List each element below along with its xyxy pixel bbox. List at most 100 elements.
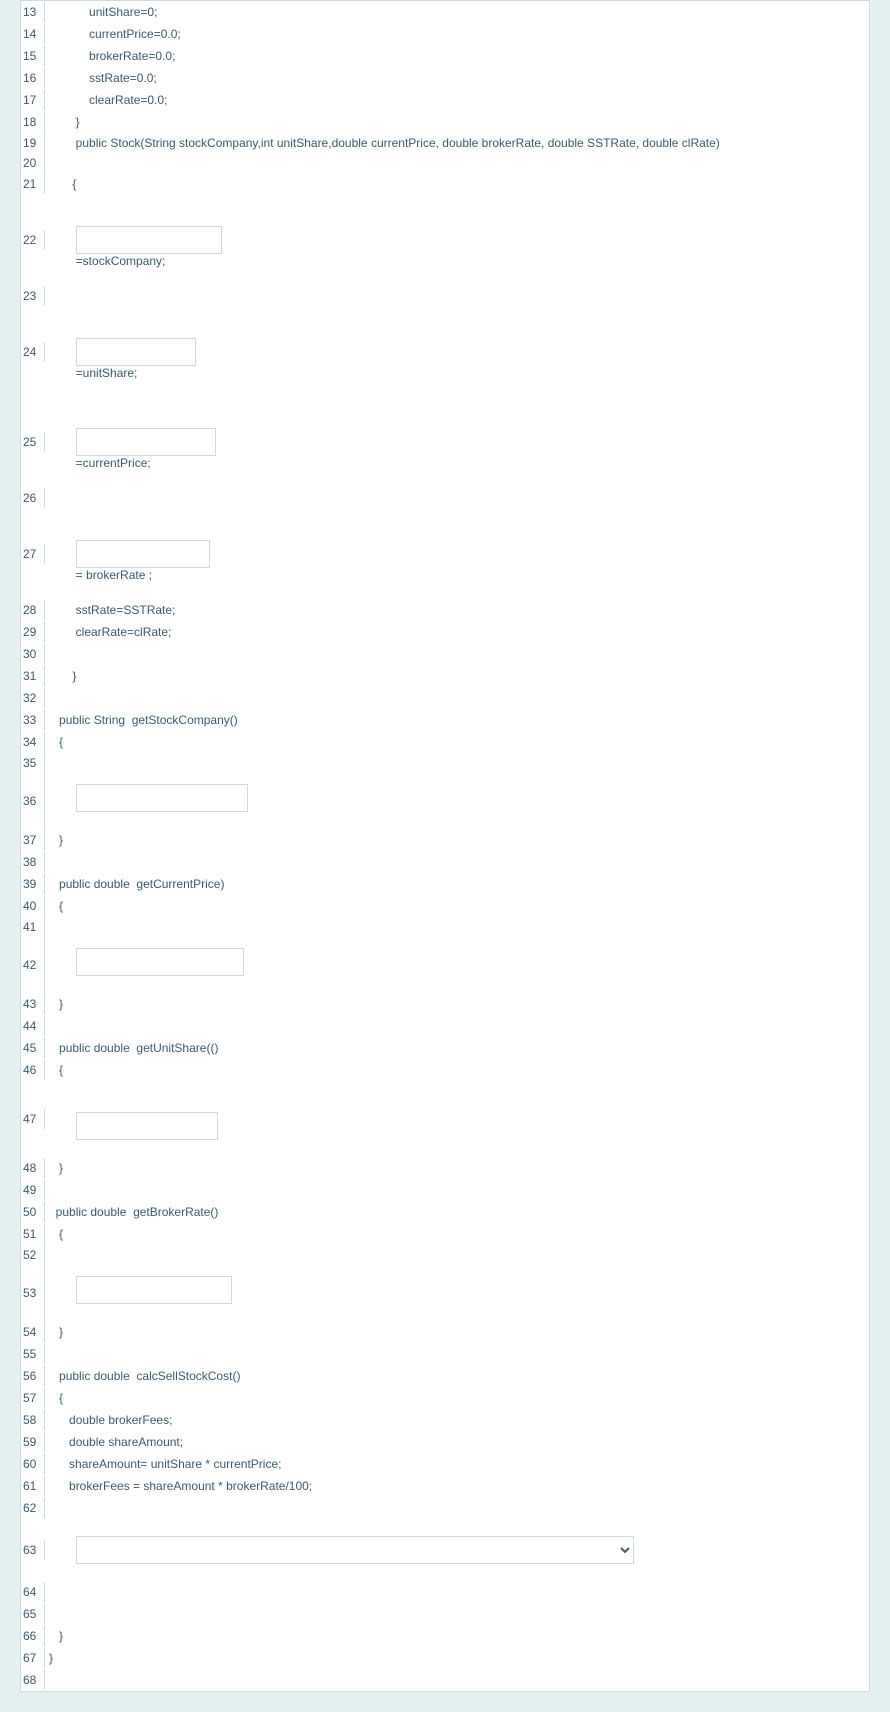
code-line: 45 public double getUnitShare(() [21, 1037, 869, 1059]
line-number: 22 [21, 230, 45, 250]
code-line: 63 [21, 1519, 869, 1581]
code-line: 48 } [21, 1157, 869, 1179]
code-line: 16 sstRate=0.0; [21, 67, 869, 89]
code-text: brokerRate=0.0; [45, 46, 869, 66]
code-line: 49 [21, 1179, 869, 1201]
code-line: 58 double brokerFees; [21, 1409, 869, 1431]
line-number: 44 [21, 1016, 45, 1036]
code-line: 50 public double getBrokerRate() [21, 1201, 869, 1223]
code-line: 66 } [21, 1625, 869, 1647]
code-text: unitShare=0; [45, 2, 869, 22]
code-line: 64 [21, 1581, 869, 1603]
code-line: 55 [21, 1343, 869, 1365]
code-text: } [45, 1322, 869, 1342]
line-number: 68 [21, 1670, 45, 1690]
code-text: public double getUnitShare(() [45, 1038, 869, 1058]
blank-broker-rate[interactable] [76, 540, 210, 568]
code-line: 47 [21, 1081, 869, 1157]
code-text [45, 1023, 869, 1029]
blank-current-price[interactable] [76, 428, 216, 456]
code-text: public double getCurrentPrice) [45, 874, 869, 894]
code-text: sstRate=SSTRate; [45, 600, 869, 620]
code-line: 13 unitShare=0; [21, 1, 869, 23]
code-editor: 13 unitShare=0; 14 currentPrice=0.0; 15 … [20, 0, 870, 1692]
code-line: 40 { [21, 895, 869, 917]
line-number: 64 [21, 1582, 45, 1602]
code-line: 60 shareAmount= unitShare * currentPrice… [21, 1453, 869, 1475]
line-number: 42 [21, 955, 45, 993]
blank-stock-company[interactable] [76, 226, 222, 254]
line-number: 55 [21, 1344, 45, 1364]
code-line: 29 clearRate=clRate; [21, 621, 869, 643]
line-number: 17 [21, 90, 45, 110]
line-number: 61 [21, 1476, 45, 1496]
line-number: 43 [21, 994, 45, 1014]
blank-get-current-price[interactable] [76, 948, 244, 976]
code-text: clearRate=0.0; [45, 90, 869, 110]
code-line: 68 [21, 1669, 869, 1691]
code-line: 62 [21, 1497, 869, 1519]
blank-unit-share[interactable] [76, 338, 196, 366]
line-number: 13 [21, 2, 45, 22]
code-line: 37 } [21, 829, 869, 851]
line-number: 46 [21, 1060, 45, 1080]
line-number: 32 [21, 688, 45, 708]
blank-get-unit-share[interactable] [76, 1112, 218, 1140]
line-number: 33 [21, 710, 45, 730]
line-number: 16 [21, 68, 45, 88]
code-text [45, 1611, 869, 1617]
line-number: 45 [21, 1038, 45, 1058]
code-text: } [45, 1648, 869, 1668]
code-text: { [45, 174, 869, 194]
line-number: 53 [21, 1283, 45, 1321]
code-text: { [45, 1224, 869, 1244]
code-line: 27 = brokerRate ; [21, 509, 869, 599]
code-line: 44 [21, 1015, 869, 1037]
code-line: 33 public String getStockCompany() [21, 709, 869, 731]
line-number: 50 [21, 1202, 45, 1222]
code-line: 17 clearRate=0.0; [21, 89, 869, 111]
code-line: 65 [21, 1603, 869, 1625]
line-number: 39 [21, 874, 45, 894]
line-number: 34 [21, 732, 45, 752]
code-text: } [45, 112, 869, 132]
code-text: { [45, 732, 869, 752]
line-number: 47 [21, 1109, 45, 1129]
code-text: = brokerRate ; [76, 568, 152, 582]
code-line: 43 } [21, 993, 869, 1015]
blank-select-return[interactable] [76, 1536, 634, 1564]
code-text [45, 859, 869, 865]
code-line: 30 [21, 643, 869, 665]
line-number: 52 [21, 1245, 45, 1283]
code-line: 22 =stockCompany; [21, 195, 869, 285]
line-number: 63 [21, 1540, 45, 1560]
line-number: 27 [21, 544, 45, 564]
blank-get-broker-rate[interactable] [76, 1276, 232, 1304]
line-number: 28 [21, 600, 45, 620]
code-line: 57 { [21, 1387, 869, 1409]
code-line: 54 } [21, 1321, 869, 1343]
code-line: 32 [21, 687, 869, 709]
code-text: =unitShare; [76, 366, 138, 380]
line-number: 36 [21, 791, 45, 829]
line-number: 35 [21, 753, 45, 791]
code-text: double brokerFees; [45, 1410, 869, 1430]
code-text: } [45, 666, 869, 686]
code-line: 41 42 [21, 917, 869, 993]
code-line: 39 public double getCurrentPrice) [21, 873, 869, 895]
code-line: 26 [21, 487, 869, 509]
line-number: 58 [21, 1410, 45, 1430]
line-number: 25 [21, 432, 45, 452]
code-text: public double getBrokerRate() [45, 1202, 869, 1222]
line-number: 57 [21, 1388, 45, 1408]
code-line: 46 { [21, 1059, 869, 1081]
line-number: 51 [21, 1224, 45, 1244]
code-text: double shareAmount; [45, 1432, 869, 1452]
code-text: { [45, 1388, 869, 1408]
line-number: 54 [21, 1322, 45, 1342]
code-line: 52 53 [21, 1245, 869, 1321]
blank-get-stock-company[interactable] [76, 784, 248, 812]
line-number: 26 [21, 488, 45, 508]
code-text: { [45, 1060, 869, 1080]
code-text: public double calcSellStockCost() [45, 1366, 869, 1386]
